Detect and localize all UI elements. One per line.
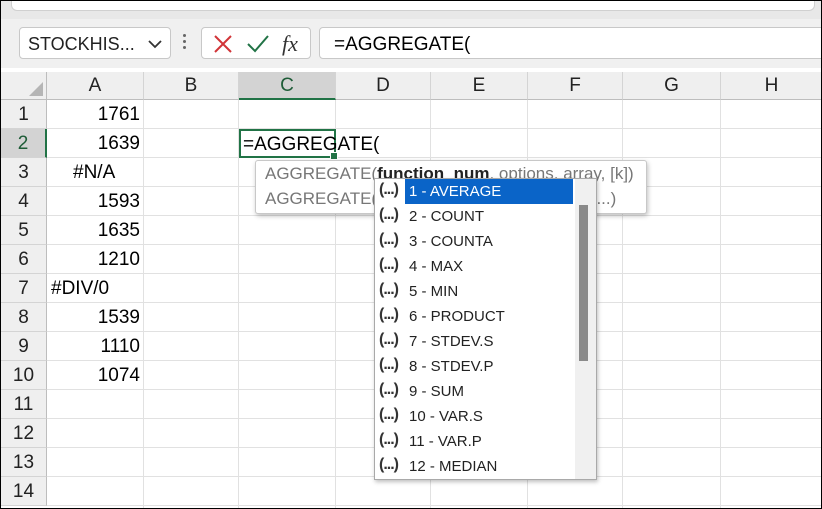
autocomplete-item-label: 4 - MAX [409,258,464,275]
row-header-6[interactable]: 6 [1,245,47,274]
function-argument-icon: (...) [379,206,399,223]
cell-a4[interactable]: 1593 [47,187,140,216]
autocomplete-item[interactable]: (...) 4 - MAX [375,254,575,279]
row-header-9[interactable]: 9 [1,332,47,361]
autocomplete-scrollbar[interactable] [575,179,596,479]
function-argument-icon: (...) [379,431,399,448]
column-header-d[interactable]: D [336,72,431,100]
autocomplete-item-label: 1 - AVERAGE [405,179,573,204]
function-argument-icon: (...) [379,381,399,398]
autocomplete-item-label: 7 - STDEV.S [409,333,494,350]
function-argument-icon: (...) [379,281,399,298]
column-header-h[interactable]: H [721,72,821,100]
confirm-icon[interactable] [246,33,270,55]
autocomplete-item-label: 2 - COUNT [409,208,484,225]
autocomplete-item-label: 5 - MIN [409,283,459,300]
scrollbar-thumb[interactable] [579,205,588,361]
formula-bar-row: STOCKHIS... fx =AGGREGATE( [1,19,821,68]
function-argument-icon: (...) [379,356,399,373]
formula-actions: fx [201,27,311,59]
row-header-7[interactable]: 7 [1,274,47,303]
svg-text:fx: fx [282,31,298,56]
tooltip-fn-name-2[interactable]: AGGREGATE( [265,189,377,208]
function-argument-icon: (...) [379,456,399,473]
fill-handle[interactable] [330,152,338,160]
autocomplete-item[interactable]: (...) 1 - AVERAGE [375,179,575,204]
row-header-12[interactable]: 12 [1,419,47,448]
name-box[interactable]: STOCKHIS... [19,27,171,59]
autocomplete-item[interactable]: (...) 3 - COUNTA [375,229,575,254]
row-header-3[interactable]: 3 [1,158,47,187]
autocomplete-item[interactable]: (...) 12 - MEDIAN [375,454,575,479]
row-header-2[interactable]: 2 [1,129,47,158]
autocomplete-item-label: 10 - VAR.S [409,408,483,425]
autocomplete-item[interactable]: (...) 7 - STDEV.S [375,329,575,354]
tooltip-fn-name[interactable]: AGGREGATE( [265,164,377,183]
cell-a9[interactable]: 1110 [47,332,140,361]
tooltip-line-2: AGGREGATE(f, ...) [265,189,616,209]
cell-a8[interactable]: 1539 [47,303,140,332]
autocomplete-item-label: 6 - PRODUCT [409,308,505,325]
cell-a10[interactable]: 1074 [47,361,140,390]
autocomplete-item[interactable]: (...) 6 - PRODUCT [375,304,575,329]
column-header-a[interactable]: A [47,72,144,100]
row-header-1[interactable]: 1 [1,100,47,129]
row-header-5[interactable]: 5 [1,216,47,245]
row-header-11[interactable]: 11 [1,390,47,419]
row-header-10[interactable]: 10 [1,361,47,390]
autocomplete-item[interactable]: (...) 10 - VAR.S [375,404,575,429]
grid-line [47,157,821,158]
cell-a5[interactable]: 1635 [47,216,140,245]
autocomplete-item[interactable]: (...) 11 - VAR.P [375,429,575,454]
column-header-e[interactable]: E [431,72,528,100]
autocomplete-item[interactable]: (...) 2 - COUNT [375,204,575,229]
active-cell-c2[interactable]: =AGGREGATE( [239,129,379,160]
autocomplete-item-label: 8 - STDEV.P [409,358,494,375]
cell-a6[interactable]: 1210 [47,245,140,274]
excel-window: STOCKHIS... fx =AGGREGATE( ABCDEFGH 1234… [0,0,822,509]
function-argument-icon: (...) [379,406,399,423]
formula-input[interactable]: =AGGREGATE( [319,27,821,59]
function-argument-icon: (...) [379,231,399,248]
select-all-corner[interactable] [1,72,47,100]
autocomplete-item-label: 12 - MEDIAN [409,458,498,475]
cell-a3[interactable]: #N/A [73,158,115,187]
cell-a2[interactable]: 1639 [47,129,140,158]
more-icon[interactable] [181,31,187,55]
column-header-c[interactable]: C [239,72,336,100]
cancel-icon[interactable] [212,33,234,55]
name-box-value: STOCKHIS... [28,34,135,54]
autocomplete-item[interactable]: (...) 9 - SUM [375,379,575,404]
row-header-4[interactable]: 4 [1,187,47,216]
column-header-b[interactable]: B [144,72,239,100]
autocomplete-item-label: 11 - VAR.P [409,433,482,450]
row-header-8[interactable]: 8 [1,303,47,332]
column-header-f[interactable]: F [528,72,623,100]
grid-line [47,505,821,506]
function-argument-icon: (...) [379,306,399,323]
function-argument-icon: (...) [379,331,399,348]
cell-a7[interactable]: #DIV/0 [51,274,109,303]
insert-function-icon[interactable]: fx [280,31,306,57]
autocomplete-item-label: 3 - COUNTA [409,233,493,250]
column-header-g[interactable]: G [623,72,721,100]
grid-line [47,128,821,129]
active-cell-text: =AGGREGATE( [243,134,380,155]
row-header-13[interactable]: 13 [1,448,47,477]
autocomplete-item-label: 9 - SUM [409,383,465,400]
autocomplete-list[interactable]: (...) 1 - AVERAGE (...) 2 - COUNT (...) 3 - C… [374,178,597,480]
function-argument-icon: (...) [379,181,399,198]
function-argument-icon: (...) [379,256,399,273]
autocomplete-item[interactable]: (...) 5 - MIN [375,279,575,304]
cell-a1[interactable]: 1761 [47,100,140,129]
formula-text: =AGGREGATE( [334,34,471,55]
row-header-14[interactable]: 14 [1,477,47,506]
chevron-down-icon[interactable] [148,40,162,49]
ribbon-edge [1,1,821,19]
autocomplete-item[interactable]: (...) 8 - STDEV.P [375,354,575,379]
